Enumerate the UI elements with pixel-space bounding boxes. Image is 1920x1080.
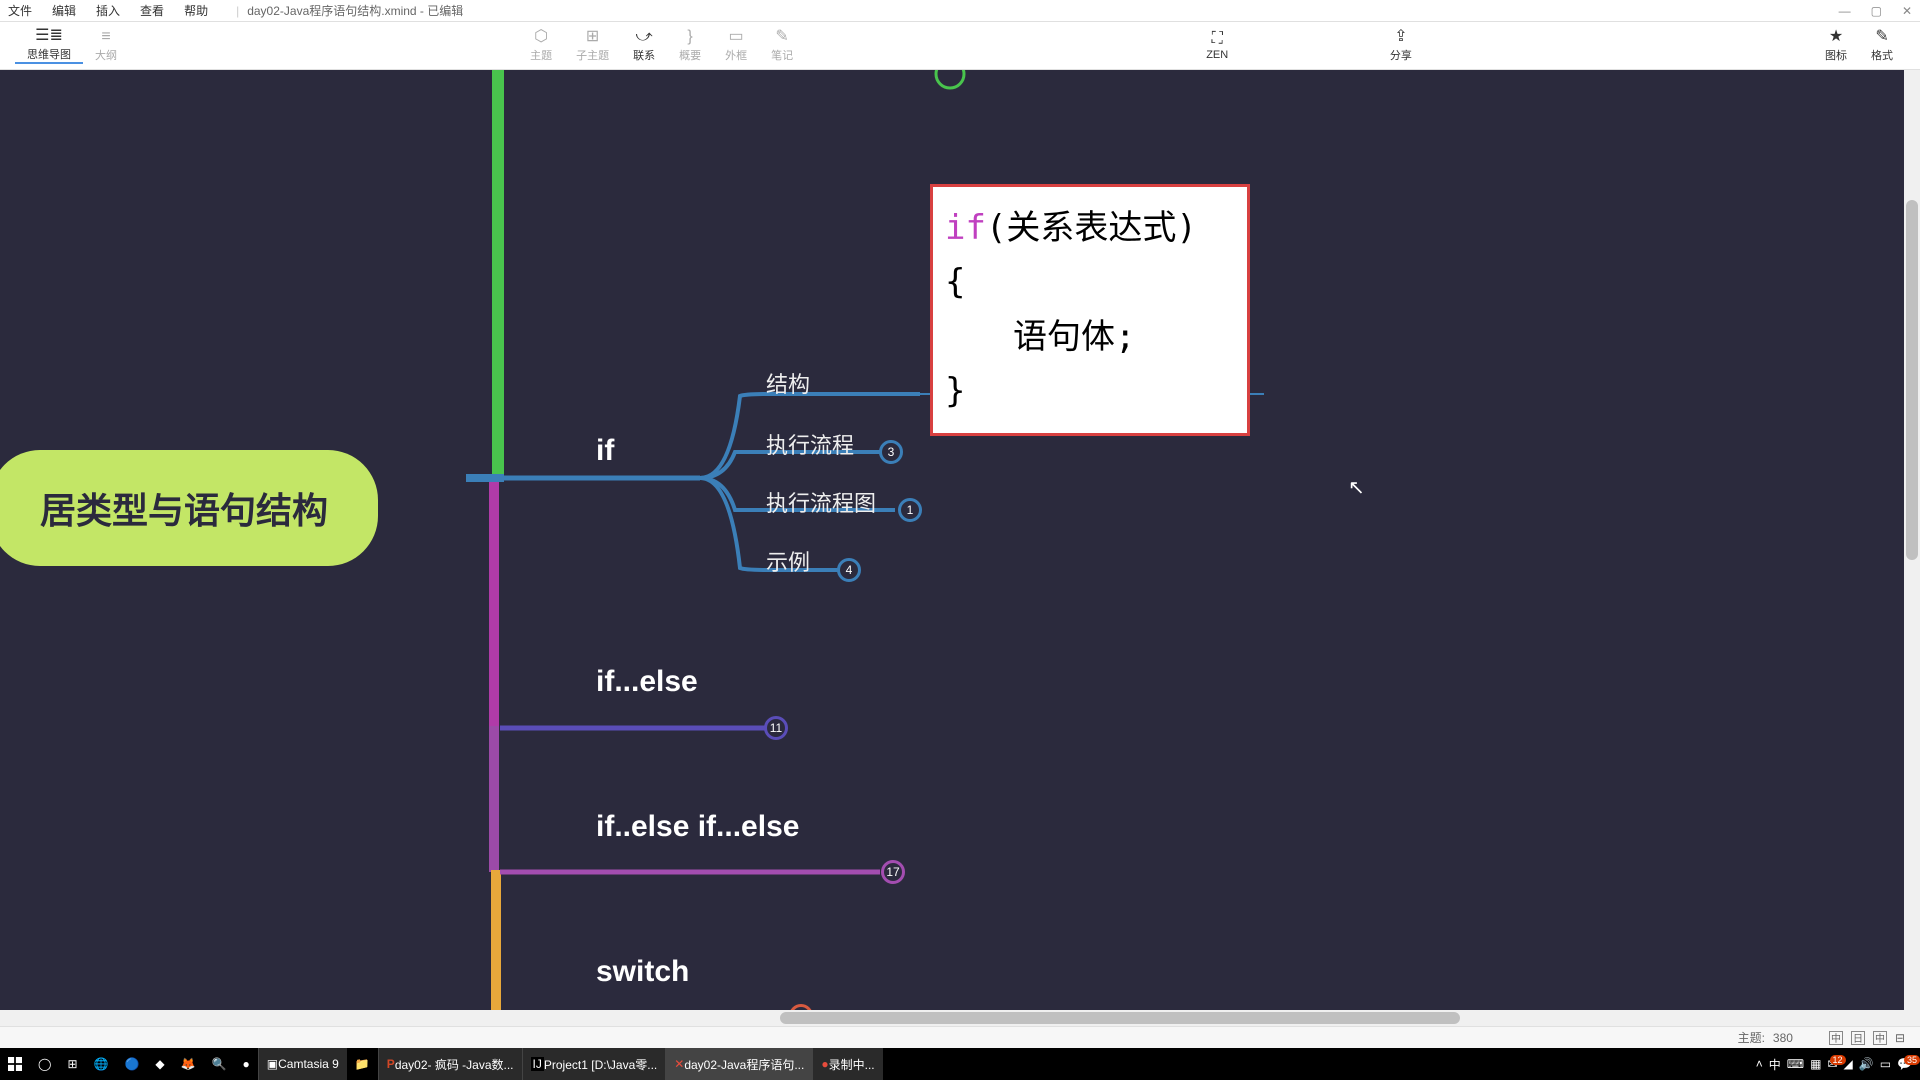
collapse-badge-example[interactable]: 4 <box>838 559 860 581</box>
view-outline[interactable]: ≡ 大纲 <box>83 29 129 63</box>
minimize-icon[interactable]: ― <box>1839 4 1851 18</box>
tool-relation[interactable]: ⤻联系 <box>621 29 667 63</box>
status-collapse-icon[interactable]: ⊟ <box>1895 1031 1905 1045</box>
pinned-chrome[interactable]: 🌐 <box>86 1048 117 1080</box>
pinned-app2[interactable]: ● <box>235 1048 258 1080</box>
divider: | <box>236 4 239 18</box>
pinned-edge[interactable]: 🔵 <box>116 1048 147 1080</box>
horizontal-scrollbar[interactable] <box>0 1010 1920 1026</box>
topic-count-label: 主题: <box>1738 1029 1765 1046</box>
start-button[interactable] <box>0 1048 30 1080</box>
zen-icon: ⛶ <box>1212 31 1223 47</box>
theme-icon: ⬡ <box>534 29 548 45</box>
pinned-app[interactable]: ◆ <box>147 1048 172 1080</box>
tray-notifications-icon[interactable]: 💬35 <box>1897 1057 1912 1071</box>
status-bar: 主题: 380 中 日 中 ⊟ <box>0 1026 1920 1048</box>
tool-icons[interactable]: ★图标 <box>1813 29 1859 63</box>
star-icon: ★ <box>1829 29 1843 45</box>
menu-bar: 文件 编辑 插入 查看 帮助 | day02-Java程序语句结构.xmind … <box>0 0 1920 22</box>
menu-insert[interactable]: 插入 <box>96 2 120 19</box>
relation-icon: ⤻ <box>636 29 653 45</box>
taskbar-xmind[interactable]: ✕ day02-Java程序语句... <box>665 1048 812 1080</box>
menu-help[interactable]: 帮助 <box>184 2 208 19</box>
taskbar-recorder[interactable]: ● 录制中... <box>812 1048 882 1080</box>
code-note[interactable]: if(关系表达式) { 语句体; } <box>930 184 1250 436</box>
tray-volume-icon[interactable]: 🔊 <box>1859 1057 1874 1071</box>
windows-icon <box>8 1057 22 1071</box>
scroll-thumb[interactable] <box>1906 200 1918 560</box>
node-struct[interactable]: 结构 <box>766 367 810 399</box>
share-icon: ⇪ <box>1394 29 1407 45</box>
node-exec-flow[interactable]: 执行流程 <box>766 428 854 460</box>
tray-battery-icon[interactable]: ▭ <box>1880 1057 1891 1071</box>
menu-view[interactable]: 查看 <box>140 2 164 19</box>
menu-edit[interactable]: 编辑 <box>52 2 76 19</box>
ime-indicator[interactable]: 日 <box>1851 1031 1865 1045</box>
ime-indicator[interactable]: 中 <box>1873 1031 1887 1045</box>
tray-ime[interactable]: 中 <box>1769 1056 1781 1073</box>
window-controls: ― ▢ ✕ <box>1839 4 1912 18</box>
node-exec-diagram[interactable]: 执行流程图 <box>766 486 876 518</box>
mindmap-canvas[interactable]: 居类型与语句结构 if if...else if..else if...else… <box>0 70 1920 1028</box>
tool-note[interactable]: ✎笔记 <box>759 29 805 63</box>
code-keyword: if <box>945 208 986 248</box>
vertical-scrollbar[interactable] <box>1904 70 1920 1026</box>
tool-share[interactable]: ⇪分享 <box>1378 29 1424 63</box>
view-mindmap-label: 思维导图 <box>27 46 71 62</box>
subtopic-icon: ⊞ <box>586 29 599 45</box>
pinned-search[interactable]: 🔍 <box>204 1048 235 1080</box>
taskbar-camtasia[interactable]: ▣ Camtasia 9 <box>258 1048 347 1080</box>
tool-zen[interactable]: ⛶ZEN <box>1194 31 1240 61</box>
pinned-explorer[interactable]: 📁 <box>347 1048 378 1080</box>
mindmap-icon: ☰≣ <box>35 28 63 44</box>
view-outline-label: 大纲 <box>95 47 117 63</box>
menu-file[interactable]: 文件 <box>8 2 32 19</box>
node-if[interactable]: if <box>596 434 614 468</box>
tool-summary[interactable]: }概要 <box>667 29 713 63</box>
outline-icon: ≡ <box>101 29 110 45</box>
close-icon[interactable]: ✕ <box>1902 4 1912 18</box>
task-view-button[interactable]: ⊞ <box>59 1048 85 1080</box>
toolbar: ☰≣ 思维导图 ≡ 大纲 ⬡主题 ⊞子主题 ⤻联系 }概要 ▭外框 ✎笔记 ⛶Z… <box>0 22 1920 70</box>
tool-theme[interactable]: ⬡主题 <box>518 29 564 63</box>
collapse-badge-execd[interactable]: 1 <box>899 499 921 521</box>
code-body: 语句体; <box>945 310 1235 364</box>
mouse-cursor-icon: ↖ <box>1348 475 1365 500</box>
document-title: day02-Java程序语句结构.xmind - 已编辑 <box>247 2 463 19</box>
collapse-badge-ifelseif[interactable]: 17 <box>882 861 904 883</box>
pinned-firefox[interactable]: 🦊 <box>173 1048 204 1080</box>
tray-chevron-icon[interactable]: ˄ <box>1756 1057 1763 1071</box>
tool-format[interactable]: ✎格式 <box>1859 29 1905 63</box>
taskbar-powerpoint[interactable]: P day02- 疯码 -Java数... <box>378 1048 522 1080</box>
node-if-elseif-else[interactable]: if..else if...else <box>596 810 799 844</box>
boundary-icon: ▭ <box>729 29 744 45</box>
scroll-thumb[interactable] <box>780 1012 1460 1024</box>
tray-keyboard-icon[interactable]: ⌨ <box>1787 1057 1804 1071</box>
topic-count-value: 380 <box>1773 1031 1793 1045</box>
system-tray: ˄ 中 ⌨ ▦ ✉12 ◢ 🔊 ▭ 💬35 <box>1756 1056 1920 1073</box>
maximize-icon[interactable]: ▢ <box>1871 4 1882 18</box>
taskbar: ◯ ⊞ 🌐 🔵 ◆ 🦊 🔍 ● ▣ Camtasia 9 📁 P day02- … <box>0 1048 1920 1080</box>
tool-subtopic[interactable]: ⊞子主题 <box>564 29 621 63</box>
root-node[interactable]: 居类型与语句结构 <box>0 450 378 566</box>
brush-icon: ✎ <box>1875 29 1888 45</box>
tray-mail-icon[interactable]: ✉12 <box>1827 1057 1837 1071</box>
ime-indicator[interactable]: 中 <box>1829 1031 1843 1045</box>
code-end: } <box>945 364 1235 418</box>
taskbar-intellij[interactable]: IJ Project1 [D:\Java零... <box>522 1048 666 1080</box>
note-icon: ✎ <box>775 29 788 45</box>
tray-app-icon[interactable]: ▦ <box>1810 1057 1821 1071</box>
node-if-else[interactable]: if...else <box>596 665 698 699</box>
node-switch[interactable]: switch <box>596 955 689 989</box>
summary-icon: } <box>687 29 692 45</box>
node-example[interactable]: 示例 <box>766 545 810 577</box>
view-mindmap[interactable]: ☰≣ 思维导图 <box>15 28 83 64</box>
tool-boundary[interactable]: ▭外框 <box>713 29 759 63</box>
cortana-button[interactable]: ◯ <box>30 1048 59 1080</box>
collapse-badge-exec[interactable]: 3 <box>880 441 902 463</box>
collapse-badge-ifelse[interactable]: 11 <box>765 717 787 739</box>
